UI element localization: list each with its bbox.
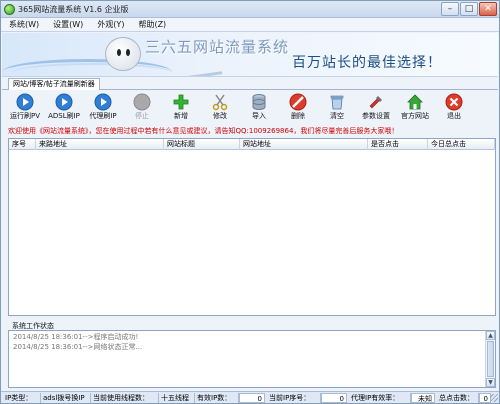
- col-referrer[interactable]: 来路地址: [36, 139, 164, 150]
- window-title: 365网站流量系统 V1.6 企业版: [18, 5, 129, 14]
- status-threads-label: 当前使用线程数：: [91, 393, 159, 403]
- scroll-down-button[interactable]: ▼: [486, 378, 495, 387]
- official-site-button[interactable]: 官方网站: [396, 93, 434, 123]
- status-valid-ip-label: 有效IP数：: [195, 393, 239, 403]
- clear-button[interactable]: 清空: [318, 93, 356, 123]
- status-ip-type-value: adsl拨号换IP: [41, 393, 91, 403]
- banner-underline: [181, 66, 223, 76]
- app-logo-icon: [4, 4, 15, 15]
- run-pv-label: 运行刷PV: [9, 112, 40, 120]
- mascot-right-eye: [126, 49, 130, 56]
- adsl-ip-label: ADSL刷IP: [48, 112, 80, 120]
- mascot-icon: [105, 37, 141, 71]
- edit-button[interactable]: 修改: [201, 93, 239, 123]
- status-proxy-valid-value: 未知: [411, 393, 435, 403]
- log-scrollbar[interactable]: ▲ ▼: [485, 331, 495, 387]
- play-icon: [55, 93, 73, 111]
- col-is-clicked[interactable]: 是否点击: [368, 139, 428, 150]
- add-label: 新增: [174, 112, 188, 120]
- log-panel[interactable]: 2014/8/25 18:36:01-->程序启动成功! 2014/8/25 1…: [8, 330, 496, 388]
- scroll-up-button[interactable]: ▲: [486, 331, 495, 340]
- menu-help[interactable]: 帮助(Z): [138, 18, 166, 31]
- menu-bar: 系统(W) 设置(W) 外观(Y) 帮助(Z): [1, 18, 499, 32]
- play-icon: [16, 93, 34, 111]
- scroll-thumb[interactable]: [487, 341, 494, 377]
- stop-icon: [133, 93, 151, 111]
- exit-icon: [445, 93, 463, 111]
- toolbar: 运行刷PV ADSL刷IP 代理刷IP 停止 新增 修改 导入 删除 清空 参数…: [6, 93, 494, 123]
- adsl-ip-button[interactable]: ADSL刷IP: [45, 93, 83, 123]
- edit-label: 修改: [213, 112, 227, 120]
- col-today-clicks[interactable]: 今日总点击: [428, 139, 495, 150]
- plus-icon: [173, 94, 189, 110]
- menu-settings[interactable]: 设置(W): [53, 18, 83, 31]
- log-lines: 2014/8/25 18:36:01-->程序启动成功! 2014/8/25 1…: [9, 332, 142, 352]
- home-icon: [407, 94, 423, 110]
- status-ip-seq-value: 0: [321, 393, 347, 403]
- import-button[interactable]: 导入: [240, 93, 278, 123]
- col-index[interactable]: 序号: [9, 139, 36, 150]
- settings-label: 参数设置: [362, 112, 390, 120]
- settings-button[interactable]: 参数设置: [357, 93, 395, 123]
- database-icon: [252, 94, 266, 110]
- banner-slogan: 百万站长的最佳选择！: [292, 55, 442, 71]
- log-line: 2014/8/25 18:36:01-->网络状态正常...: [13, 343, 143, 351]
- status-total-clicks-label: 总点击数：: [437, 393, 479, 403]
- delete-button[interactable]: 删除: [279, 93, 317, 123]
- banner-swoosh-secondary: [12, 63, 172, 76]
- status-threads-value: 十五线程: [159, 393, 195, 403]
- clear-label: 清空: [330, 112, 344, 120]
- exit-label: 退出: [447, 112, 461, 120]
- log-line: 2014/8/25 18:36:01-->程序启动成功!: [13, 333, 139, 341]
- play-icon: [94, 93, 112, 111]
- status-valid-ip-value: 0: [239, 393, 265, 403]
- col-site-url[interactable]: 网站地址: [240, 139, 368, 150]
- col-site-title[interactable]: 网站标题: [164, 139, 240, 150]
- resize-grip-icon[interactable]: [490, 394, 498, 402]
- title-bar[interactable]: 365网站流量系统 V1.6 企业版 – □ ✕: [1, 1, 499, 18]
- banner-title: 三六五网站流量系统: [145, 38, 290, 56]
- banner: 三六五网站流量系统 百万站长的最佳选择！: [2, 33, 498, 77]
- add-button[interactable]: 新增: [162, 93, 200, 123]
- close-button[interactable]: ✕: [479, 2, 497, 16]
- settings-icon: [369, 96, 382, 109]
- maximize-button[interactable]: □: [460, 2, 478, 16]
- welcome-notice: 欢迎使用《网站流量系统》，您在使用过程中若有什么意见或建议，请告知QQ:1009…: [8, 127, 399, 135]
- official-site-label: 官方网站: [401, 112, 429, 120]
- exit-button[interactable]: 退出: [435, 93, 473, 123]
- delete-icon: [289, 93, 307, 111]
- status-proxy-valid-label: 代理IP有效率：: [349, 393, 411, 403]
- status-ip-seq-label: 当前IP序号：: [267, 393, 321, 403]
- minimize-button[interactable]: –: [441, 2, 459, 16]
- table-header: 序号 来路地址 网站标题 网站地址 是否点击 今日总点击: [9, 139, 495, 150]
- import-label: 导入: [252, 112, 266, 120]
- window-controls: – □ ✕: [441, 2, 497, 16]
- proxy-ip-label: 代理刷IP: [89, 112, 117, 120]
- url-table[interactable]: 序号 来路地址 网站标题 网站地址 是否点击 今日总点击: [8, 138, 496, 316]
- menu-system[interactable]: 系统(W): [9, 18, 39, 31]
- mascot-left-eye: [117, 49, 121, 56]
- run-pv-button[interactable]: 运行刷PV: [6, 93, 44, 123]
- tab-traffic-refresher[interactable]: 网站/博客/帖子流量刷新器: [8, 78, 100, 90]
- menu-appearance[interactable]: 外观(Y): [97, 18, 124, 31]
- app-window: 365网站流量系统 V1.6 企业版 – □ ✕ 系统(W) 设置(W) 外观(…: [0, 0, 500, 404]
- status-bar: IP类型： adsl拨号换IP 当前使用线程数： 十五线程 有效IP数： 0 当…: [1, 391, 499, 403]
- trash-icon: [330, 95, 344, 110]
- delete-label: 删除: [291, 112, 305, 120]
- scissors-icon: [212, 94, 228, 111]
- tab-strip: 网站/博客/帖子流量刷新器: [2, 78, 498, 90]
- proxy-ip-button[interactable]: 代理刷IP: [84, 93, 122, 123]
- stop-label: 停止: [135, 112, 149, 120]
- stop-button[interactable]: 停止: [123, 93, 161, 123]
- status-ip-type-label: IP类型：: [3, 393, 41, 403]
